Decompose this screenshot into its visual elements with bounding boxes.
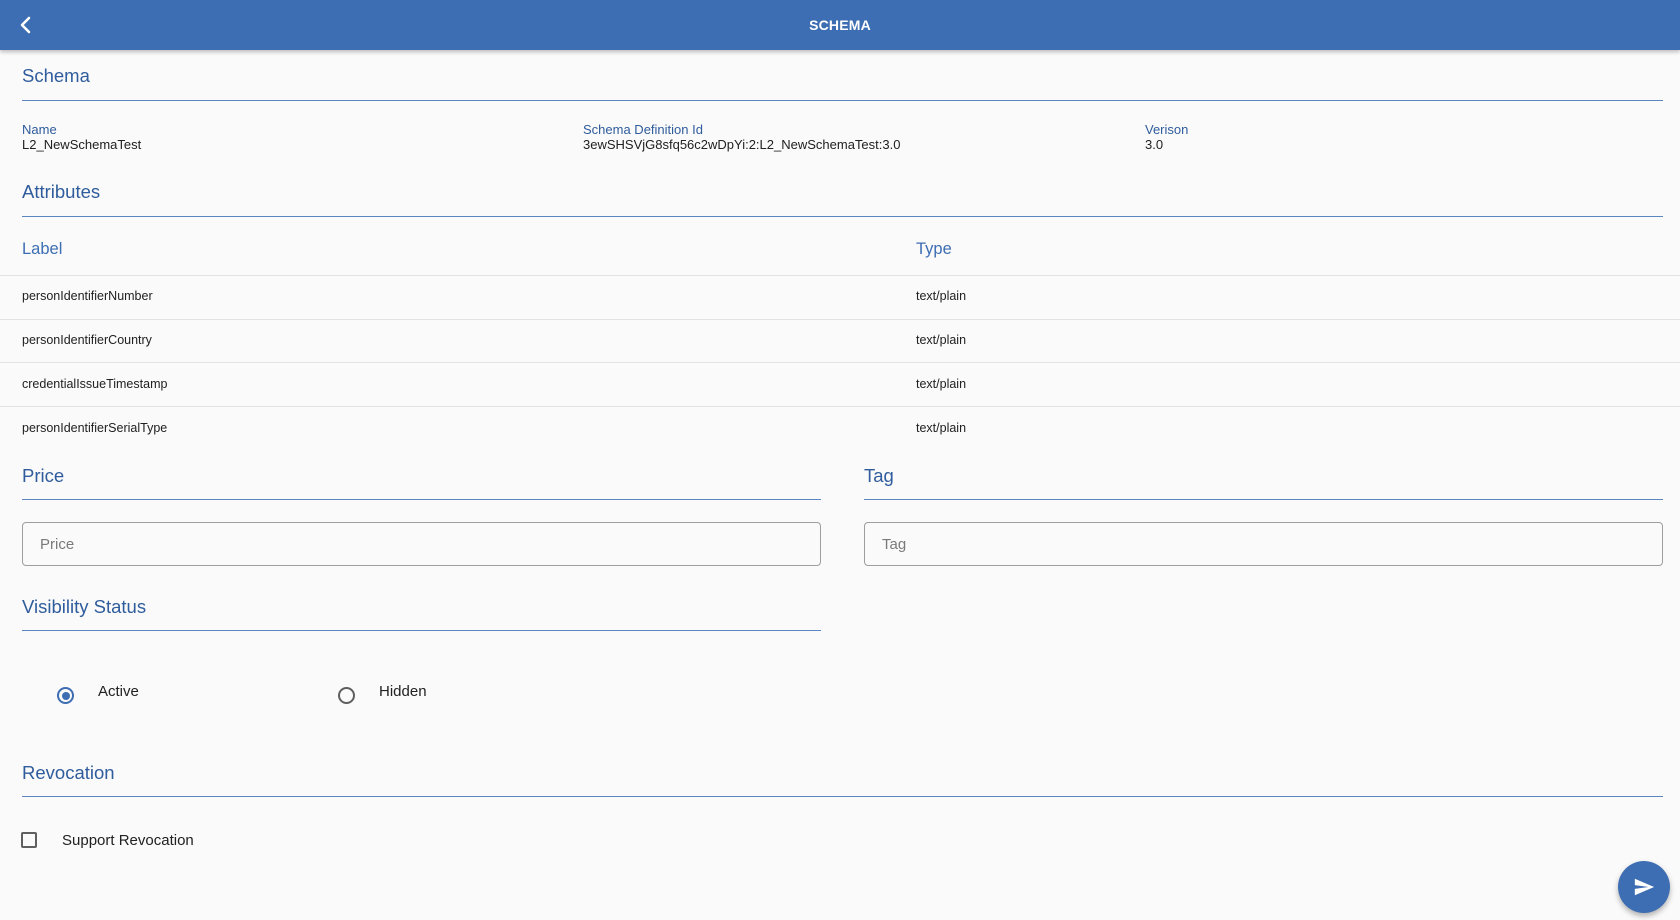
hidden-radio-label[interactable]: Hidden [379,683,427,700]
visibility-section-title: Visibility Status [22,596,147,617]
row-divider [0,406,1680,407]
price-divider [22,499,821,500]
tag-section-title: Tag [864,465,894,486]
revocation-divider [22,796,1663,797]
app-bar: SCHEMA [0,0,1680,50]
attribute-type: text/plain [916,289,967,303]
version-label: Verison [1145,122,1189,137]
name-value: L2_NewSchemaTest [22,137,142,152]
price-input[interactable] [22,522,821,566]
attribute-type: text/plain [916,421,967,435]
tag-input[interactable] [864,522,1663,566]
support-revocation-label[interactable]: Support Revocation [62,832,194,849]
schema-divider [22,100,1663,101]
row-divider [0,362,1680,363]
schema-definition-value: 3ewSHSVjG8sfq56c2wDpYi:2:L2_NewSchemaTes… [583,137,901,152]
schema-definition-label: Schema Definition Id [583,122,703,137]
attribute-label: personIdentifierNumber [22,289,153,303]
submit-button[interactable] [1618,861,1670,913]
attribute-label: credentialIssueTimestamp [22,377,168,391]
row-divider [0,275,1680,276]
hidden-radio[interactable] [338,687,355,704]
attribute-label: personIdentifierSerialType [22,421,168,435]
version-value: 3.0 [1145,137,1164,152]
support-revocation-checkbox[interactable] [21,832,37,848]
visibility-divider [22,630,821,631]
label-column-header: Label [22,240,63,258]
attribute-label: personIdentifierCountry [22,333,152,347]
tag-divider [864,499,1663,500]
type-column-header: Type [916,240,952,258]
page-title: SCHEMA [809,17,871,33]
attributes-divider [22,216,1663,217]
row-divider [0,319,1680,320]
schema-section-title: Schema [22,65,90,86]
send-icon [1634,878,1655,896]
revocation-section-title: Revocation [22,762,115,783]
active-radio-label[interactable]: Active [98,683,139,700]
attributes-section-title: Attributes [22,181,101,202]
name-label: Name [22,122,57,137]
attribute-type: text/plain [916,333,967,347]
price-section-title: Price [22,465,65,486]
active-radio[interactable] [57,687,74,704]
attribute-type: text/plain [916,377,967,391]
